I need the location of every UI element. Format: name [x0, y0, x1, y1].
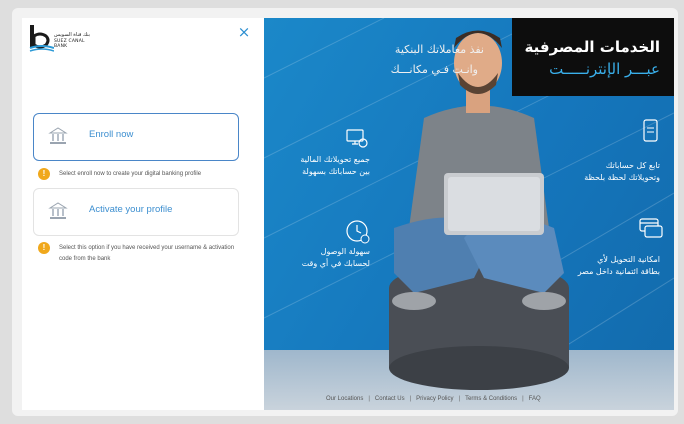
bank-building-icon: [48, 202, 68, 219]
activate-profile-button[interactable]: Activate your profile: [33, 188, 239, 236]
feature-transfers-line2: بين حساباتك بسهولة: [302, 167, 370, 176]
promo-banner: الخدمات المصرفية عبـــر الإنترنـــــت نف…: [264, 18, 674, 410]
footer-separator: |: [368, 396, 370, 402]
promo-title-line1: الخدمات المصرفية: [524, 38, 660, 56]
enroll-hint-text: Select enroll now to create your digital…: [59, 171, 202, 177]
monitor-transfer-icon: [346, 129, 368, 148]
bank-building-icon: [48, 127, 68, 144]
bank-name-english: SUEZ CANAL BANK: [54, 39, 85, 49]
info-icon: !: [38, 168, 50, 180]
footer-separator: |: [458, 396, 461, 402]
enrollment-panel: بنك قناة السويس SUEZ CANAL BANK × Enroll…: [22, 18, 264, 410]
credit-card-icon: [639, 218, 663, 238]
footer-link-privacy[interactable]: Privacy Policy: [416, 396, 453, 402]
feature-transfers-line1: جميع تحويلاتك المالية: [300, 155, 370, 164]
footer-link-terms[interactable]: Terms & Conditions: [465, 396, 517, 402]
feature-access-line1: سهولة الوصول: [320, 247, 370, 256]
close-icon[interactable]: ×: [236, 24, 252, 40]
feature-cards-line2: بطاقة ائتمانية داخل مصر: [577, 267, 660, 276]
enroll-now-label: Enroll now: [89, 129, 134, 140]
footer-link-contact[interactable]: Contact Us: [375, 396, 405, 402]
mobile-tracking-icon: [643, 119, 658, 142]
bank-logo-icon: [29, 25, 54, 52]
footer-link-locations[interactable]: Our Locations: [326, 396, 363, 402]
title-box: [512, 18, 674, 96]
enroll-now-button[interactable]: Enroll now: [33, 113, 239, 161]
activate-profile-label: Activate your profile: [89, 204, 173, 215]
feature-access-line2: لحسابك في أي وقت: [301, 259, 370, 268]
promo-tagline-line2: وانـت فـي مكانـــك: [390, 63, 478, 76]
feature-cards-line1: امكانية التحويل لأي: [597, 255, 660, 264]
promo-tagline-line1: نفذ معاملاتك البنكية: [394, 43, 484, 56]
promo-title-line2: عبـــر الإنترنـــــت: [549, 60, 660, 78]
bank-name-arabic: بنك قناة السويس: [54, 32, 91, 38]
info-icon: !: [38, 242, 50, 254]
clock-access-icon: [346, 220, 370, 244]
bank-logo: بنك قناة السويس SUEZ CANAL BANK: [28, 24, 98, 52]
activate-hint-text: Select this option if you have received …: [59, 245, 235, 262]
feature-track-line1: تابع كل حساباتك: [605, 161, 660, 170]
footer-separator: |: [409, 396, 412, 402]
footer-links: Our Locations | Contact Us | Privacy Policy |…: [326, 396, 626, 402]
footer-separator: |: [522, 396, 524, 402]
feature-track-line2: وتحويلاتك لحظة بلحظة: [584, 173, 660, 182]
footer-link-faq[interactable]: FAQ: [529, 396, 541, 402]
